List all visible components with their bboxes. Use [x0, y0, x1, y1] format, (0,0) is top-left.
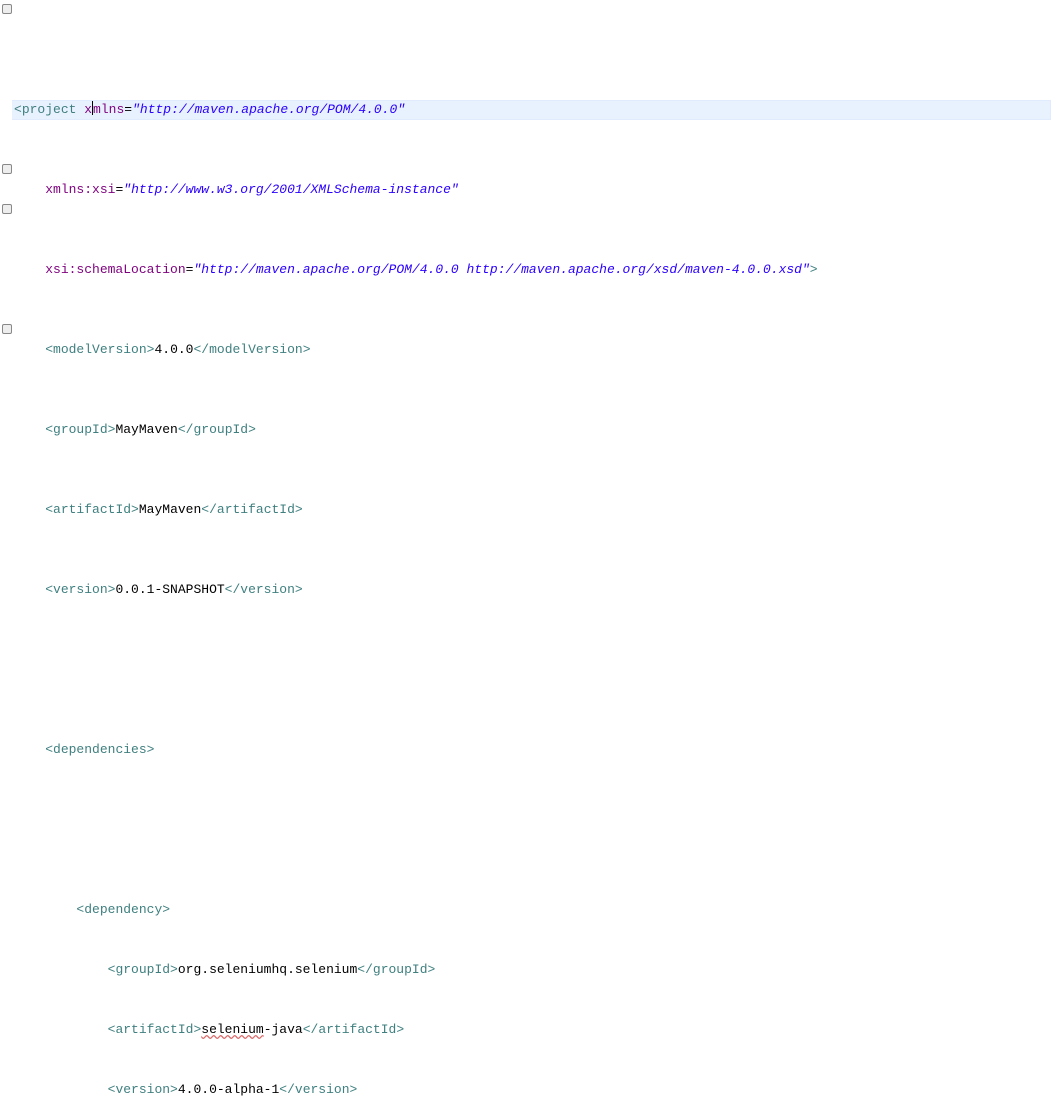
code-line[interactable] [0, 660, 1051, 680]
code-line[interactable]: xmlns:xsi="http://www.w3.org/2001/XMLSch… [0, 180, 1051, 200]
attr-schemaloc-val: http://maven.apache.org/POM/4.0.0 http:/… [201, 262, 802, 277]
fold-marker[interactable] [2, 204, 12, 214]
code-line[interactable]: <dependencies> [0, 740, 1051, 760]
code-line[interactable]: <groupId>org.seleniumhq.selenium</groupI… [0, 960, 1051, 980]
dep1-group-id: org.seleniumhq.selenium [178, 962, 357, 977]
code-line[interactable]: <artifactId>selenium-java</artifactId> [0, 1020, 1051, 1040]
tag-project-open: project [22, 102, 77, 117]
xml-code-editor[interactable]: <project xmlns="http://maven.apache.org/… [0, 0, 1051, 1118]
attr-xmlns-xsi-val: http://www.w3.org/2001/XMLSchema-instanc… [131, 182, 451, 197]
code-line[interactable]: <groupId>MayMaven</groupId> [0, 420, 1051, 440]
code-line[interactable]: xsi:schemaLocation="http://maven.apache.… [0, 260, 1051, 280]
dep1-version: 4.0.0-alpha-1 [178, 1082, 279, 1097]
attr-xmlns-pre: x [84, 102, 92, 117]
fold-marker[interactable] [2, 164, 12, 174]
dep1-artifact-id-pre: selenium [201, 1022, 263, 1037]
code-line[interactable]: <dependency> [0, 900, 1051, 920]
attr-schemaloc: xsi:schemaLocation [45, 262, 185, 277]
dep1-artifact-id-post: -java [264, 1022, 303, 1037]
attr-xmlns-val: http://maven.apache.org/POM/4.0.0 [140, 102, 397, 117]
code-line[interactable]: <artifactId>MayMaven</artifactId> [0, 500, 1051, 520]
model-version-value: 4.0.0 [154, 342, 193, 357]
code-line[interactable]: <modelVersion>4.0.0</modelVersion> [0, 340, 1051, 360]
code-line[interactable]: <version>0.0.1-SNAPSHOT</version> [0, 580, 1051, 600]
attr-xmlns-post: mlns [93, 102, 124, 117]
code-line[interactable]: <version>4.0.0-alpha-1</version> [0, 1080, 1051, 1100]
version-value: 0.0.1-SNAPSHOT [115, 582, 224, 597]
fold-marker[interactable] [2, 4, 12, 14]
fold-marker[interactable] [2, 324, 12, 334]
artifact-id-value: MayMaven [139, 502, 201, 517]
attr-xmlns-xsi: xmlns:xsi [45, 182, 115, 197]
code-line[interactable]: <project xmlns="http://maven.apache.org/… [0, 100, 1051, 120]
editor-gutter [0, 0, 12, 1118]
code-line[interactable] [0, 820, 1051, 840]
group-id-value: MayMaven [115, 422, 177, 437]
